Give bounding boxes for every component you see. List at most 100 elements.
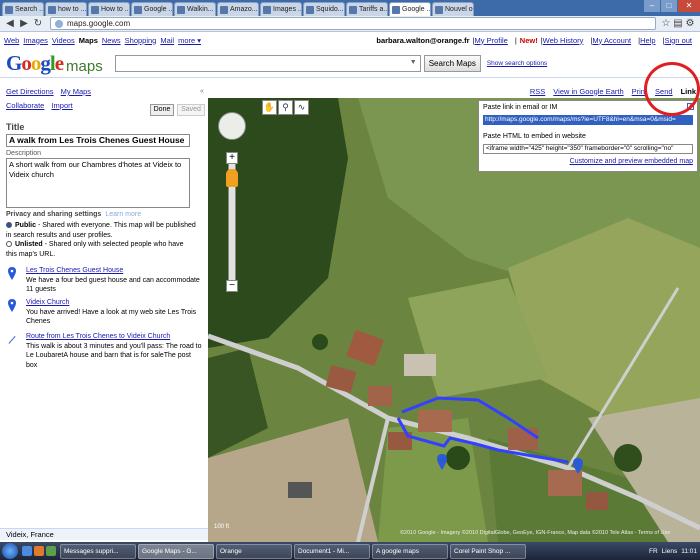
map-marker-icon[interactable] [437,454,447,470]
place-item[interactable]: Route from Les Trois Chenes to Videix Ch… [6,332,202,370]
reload-icon[interactable]: ↻ [32,18,44,30]
map-marker-icon[interactable] [573,458,583,474]
wrench-icon[interactable]: ⚙ [684,18,696,29]
quicklaunch-app-icon[interactable] [46,546,56,556]
done-button[interactable]: Done [150,104,174,116]
back-icon[interactable]: ◀ [4,18,16,30]
taskbar-button[interactable]: Google Maps - G... [138,543,214,559]
my-maps-link[interactable]: My Maps [61,87,91,96]
tab-close-icon[interactable]: × [86,6,87,13]
public-radio[interactable] [6,222,12,229]
privacy-unlisted-option[interactable]: Unlisted - Shared only with selected peo… [6,240,196,259]
search-input[interactable]: ▼ [114,55,421,72]
favicon-icon [134,5,142,14]
place-name[interactable]: Videix Church [26,298,202,308]
tab-close-icon[interactable]: × [344,6,345,13]
hand-tool-icon[interactable]: ✋ [262,100,277,115]
taskbar-button[interactable]: Document1 - Mi... [294,543,370,559]
browser-tab[interactable]: Tariffs a... × [346,2,388,16]
link-url-field[interactable]: http://maps.google.com/maps/ms?ie=UTF8&h… [483,115,693,125]
page-menu-icon[interactable]: ▤ [672,18,684,29]
nav-images[interactable]: Images [23,36,48,45]
place-description: This walk is about 3 minutes and you'll … [26,342,202,369]
nav-maps[interactable]: Maps [79,36,98,45]
star-icon[interactable]: ☆ [660,18,672,29]
nav-web[interactable]: Web [4,36,19,45]
blue-marker-icon [8,267,16,280]
search-maps-button[interactable]: Search Maps [423,55,481,72]
pan-control[interactable] [218,112,246,140]
zoom-out-button[interactable]: − [226,280,238,292]
browser-tab[interactable]: Squido...× [303,2,345,16]
browser-tab[interactable]: Google ...× [131,2,173,16]
tab-close-icon[interactable]: × [214,6,216,13]
forward-icon[interactable]: ▶ [18,18,30,30]
taskbar-button[interactable]: Corel Paint Shop ... [450,543,526,559]
nav-more[interactable]: more ▾ [178,36,201,45]
maximize-button[interactable]: □ [661,0,677,12]
placemark-tool-icon[interactable]: ⚲ [278,100,293,115]
web-history-link[interactable]: Web History [543,36,584,45]
privacy-public-option[interactable]: Public - Shared with everyone. This map … [6,221,196,240]
customize-embedded-map-link[interactable]: Customize and preview embedded map [570,158,693,165]
browser-tab[interactable]: Amazo...× [217,2,259,16]
close-window-button[interactable]: ✕ [678,0,700,12]
place-item[interactable]: Videix Church You have arrived! Have a l… [6,298,202,327]
my-account-link[interactable]: My Account [592,36,631,45]
nav-news[interactable]: News [102,36,121,45]
browser-tab[interactable]: Nouvel on...× [432,2,474,16]
nav-shopping[interactable]: Shopping [125,36,157,45]
tab-label: Google ... [144,6,173,13]
google-logo[interactable]: Google [6,51,64,76]
browser-tab[interactable]: Search ...× [2,2,44,16]
zoom-in-button[interactable]: + [226,152,238,164]
title-input[interactable]: A walk from Les Trois Chenes Guest House [6,134,190,147]
pegman-icon[interactable] [226,169,238,187]
taskbar-button[interactable]: Messages suppri... [60,543,136,559]
browser-tab[interactable]: Walkin...× [174,2,216,16]
help-link[interactable]: Help [640,36,655,45]
learn-more-link[interactable]: Learn more [105,211,141,218]
browser-tab[interactable]: Google ...× [389,2,431,16]
place-name[interactable]: Les Trois Chenes Guest House [26,266,202,276]
url-field[interactable]: maps.google.com [50,17,656,30]
tab-close-icon[interactable]: × [258,6,259,13]
links-toolbar[interactable]: Liens [662,548,678,555]
browser-tab[interactable]: how to ...× [45,2,87,16]
import-link[interactable]: Import [51,101,72,110]
quicklaunch-ie-icon[interactable] [22,546,32,556]
dropdown-arrow-icon[interactable]: ▼ [410,59,417,66]
saved-button[interactable]: Saved [177,104,205,116]
collapse-panel-icon[interactable]: « [200,88,204,95]
language-indicator[interactable]: FR [649,548,658,555]
start-button[interactable] [2,543,18,559]
title-label: Title [6,122,25,132]
line-tool-icon[interactable]: ∿ [294,100,309,115]
new-badge: New! [519,35,538,45]
get-directions-link[interactable]: Get Directions [6,87,54,96]
sign-out-link[interactable]: Sign out [664,36,692,45]
collaborate-link[interactable]: Collaborate [6,101,44,110]
embed-code-field[interactable]: <iframe width="425" height="350" framebo… [483,144,693,154]
globe-icon [55,19,63,28]
minimize-button[interactable]: – [644,0,660,12]
browser-tab[interactable]: Images ... × [260,2,302,16]
nav-videos[interactable]: Videos [52,36,75,45]
quicklaunch-firefox-icon[interactable] [34,546,44,556]
nav-mail[interactable]: Mail [160,36,174,45]
place-name[interactable]: Route from Les Trois Chenes to Videix Ch… [26,332,202,342]
search-options-link[interactable]: Show search options [487,60,547,67]
description-textarea[interactable]: A short walk from our Chambres d'hotes a… [6,158,190,208]
browser-tab-strip: Search ...×how to ...× How to ... × Google … [0,0,700,16]
taskbar-button[interactable]: A google maps [372,543,448,559]
unlisted-radio[interactable] [6,241,12,248]
favicon-icon [392,5,400,14]
browser-tab[interactable]: How to ... × [88,2,130,16]
clock: 11:01 [681,547,697,555]
taskbar-button[interactable]: Orange [216,543,292,559]
my-profile-link[interactable]: My Profile [475,36,508,45]
place-item[interactable]: Les Trois Chenes Guest House We have a f… [6,266,202,295]
view-in-google-earth-link[interactable]: View in Google Earth [553,87,623,96]
rss-link[interactable]: RSS [530,87,545,96]
tab-label: How to ... [101,6,130,13]
